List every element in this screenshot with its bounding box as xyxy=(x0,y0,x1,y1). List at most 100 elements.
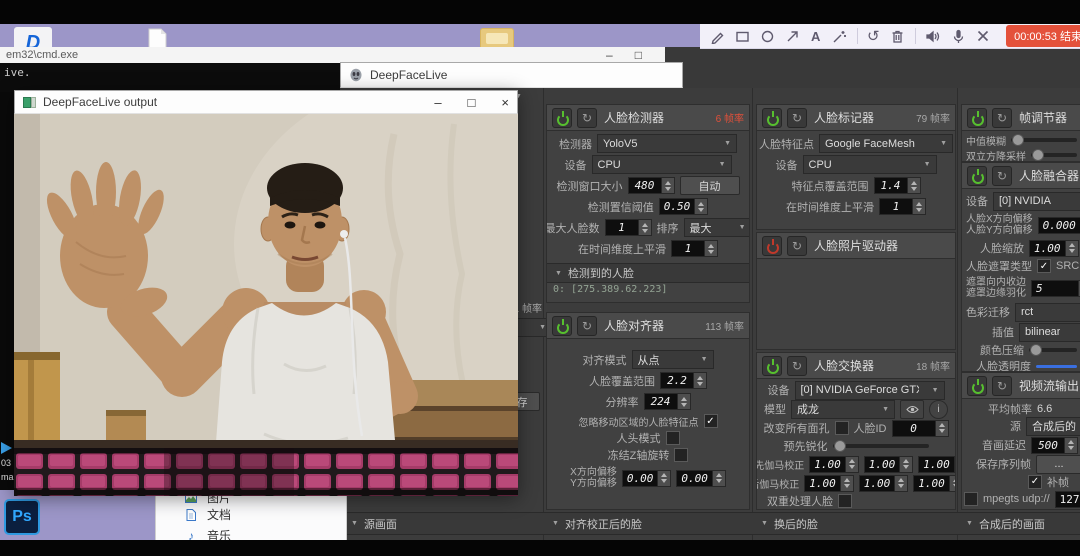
spin-arrows-icon[interactable] xyxy=(955,456,956,473)
reset-icon[interactable]: ↻ xyxy=(992,166,1012,186)
preview-eye-icon[interactable] xyxy=(900,400,924,419)
two-pass-checkbox[interactable] xyxy=(838,494,852,508)
ellipse-icon[interactable] xyxy=(760,25,775,47)
slider-knob[interactable] xyxy=(1012,134,1024,146)
power-on-icon[interactable] xyxy=(552,108,572,128)
spin-arrows-icon[interactable] xyxy=(662,177,675,194)
udp-checkbox[interactable] xyxy=(964,492,978,506)
power-off-icon[interactable] xyxy=(762,236,782,256)
model-dropdown[interactable]: 成龙 ▼ xyxy=(791,400,895,419)
face-scale-spinbox[interactable]: 1.00 xyxy=(1029,240,1079,257)
pre-gamma-g-spinbox[interactable]: 1.00 xyxy=(864,456,914,473)
udp-address-field[interactable]: 127.0.0. xyxy=(1055,491,1080,508)
magic-wand-icon[interactable] xyxy=(832,25,847,47)
face-id-spinbox[interactable]: 0 xyxy=(892,420,949,437)
text-tool-icon[interactable]: A xyxy=(810,25,822,47)
output-minimize-button[interactable]: – xyxy=(434,95,441,110)
blue-app-desktop-icon[interactable] xyxy=(0,440,13,456)
spin-arrows-icon[interactable] xyxy=(900,456,913,473)
rectangle-icon[interactable] xyxy=(735,25,750,47)
detected-faces-section[interactable]: ▼ 检测到的人脸 xyxy=(547,263,749,283)
confidence-spinbox[interactable]: 0.50 xyxy=(659,198,709,215)
slider-knob[interactable] xyxy=(1030,344,1042,356)
resolution-spinbox[interactable]: 224 xyxy=(644,393,691,410)
spin-arrows-icon[interactable] xyxy=(841,475,854,492)
freeze-z-checkbox[interactable] xyxy=(674,448,688,462)
reset-icon[interactable]: ↻ xyxy=(787,356,807,376)
power-on-icon[interactable] xyxy=(967,108,987,128)
reset-icon[interactable]: ↻ xyxy=(787,108,807,128)
delay-spinbox[interactable]: 500 xyxy=(1031,437,1078,454)
y-offset-spinbox[interactable]: 0.00 xyxy=(676,470,726,487)
spin-arrows-icon[interactable] xyxy=(713,470,726,487)
speaker-icon[interactable] xyxy=(925,25,941,47)
temporal-smooth-spinbox[interactable]: 1 xyxy=(671,240,718,257)
source-dropdown[interactable]: 合成后的 xyxy=(1026,417,1080,436)
spin-arrows-icon[interactable] xyxy=(658,470,671,487)
swapped-face-section[interactable]: ▼ 换后的脸 xyxy=(753,512,972,535)
spin-arrows-icon[interactable] xyxy=(705,240,718,257)
temporal-smooth-spinbox[interactable]: 1 xyxy=(879,198,926,215)
reset-icon[interactable]: ↻ xyxy=(577,108,597,128)
spin-arrows-icon[interactable] xyxy=(1065,437,1078,454)
sort-dropdown[interactable]: 最大 ▼ xyxy=(684,218,751,237)
merged-frame-section[interactable]: ▼ 合成后的画面 xyxy=(958,512,1080,535)
swap-all-checkbox[interactable] xyxy=(835,421,849,435)
stop-recording-close-icon[interactable] xyxy=(976,25,990,47)
median-blur-slider[interactable] xyxy=(1011,138,1077,142)
window-size-spinbox[interactable]: 480 xyxy=(628,177,675,194)
spin-arrows-icon[interactable] xyxy=(639,219,652,236)
spin-arrows-icon[interactable] xyxy=(846,456,859,473)
landmarks-dropdown[interactable]: Google FaceMesh ▼ xyxy=(819,134,953,153)
color-compression-slider[interactable] xyxy=(1029,348,1077,352)
microphone-icon[interactable] xyxy=(951,25,966,47)
power-on-icon[interactable] xyxy=(967,376,987,396)
cmd-minimize-button[interactable]: – xyxy=(606,48,613,62)
cmd-maximize-button[interactable]: □ xyxy=(635,48,642,62)
source-frame-section[interactable]: ▼ 源画面 xyxy=(343,512,558,535)
erode-spinbox[interactable]: 5 xyxy=(1031,280,1080,297)
color-transfer-dropdown[interactable]: rct xyxy=(1015,303,1080,322)
pen-icon[interactable] xyxy=(710,25,725,47)
spin-arrows-icon[interactable] xyxy=(895,475,908,492)
save-seq-button[interactable]: ... xyxy=(1036,455,1080,474)
aligned-face-section[interactable]: ▼ 对齐校正后的脸 xyxy=(544,512,767,535)
power-on-icon[interactable] xyxy=(762,356,782,376)
reset-icon[interactable]: ↻ xyxy=(787,236,807,256)
marker-coverage-spinbox[interactable]: 1.4 xyxy=(874,177,921,194)
device-dropdown[interactable]: CPU ▼ xyxy=(592,155,732,174)
post-gamma-r-spinbox[interactable]: 1.00 xyxy=(804,475,854,492)
spin-arrows-icon[interactable] xyxy=(694,372,707,389)
recording-timer-badge[interactable]: 00:00:53 结束 xyxy=(1006,25,1080,47)
bicubic-slider[interactable] xyxy=(1031,153,1077,157)
device-dropdown[interactable]: CPU ▼ xyxy=(803,155,937,174)
reset-icon[interactable]: ↻ xyxy=(992,376,1012,396)
spin-arrows-icon[interactable] xyxy=(1066,240,1079,257)
device-dropdown[interactable]: [0] NVIDIA xyxy=(993,192,1080,211)
reset-icon[interactable]: ↻ xyxy=(577,316,597,336)
slider-knob[interactable] xyxy=(1032,149,1044,161)
photoshop-desktop-icon[interactable]: Ps xyxy=(4,499,40,535)
arrow-icon[interactable] xyxy=(785,25,800,47)
auto-button[interactable]: 自动 xyxy=(680,176,740,195)
trash-icon[interactable] xyxy=(890,25,905,47)
interpolation-dropdown[interactable]: bilinear xyxy=(1019,323,1080,342)
exclude-moving-checkbox[interactable]: ✓ xyxy=(704,414,718,428)
power-on-icon[interactable] xyxy=(552,316,572,336)
spin-arrows-icon[interactable] xyxy=(913,198,926,215)
output-maximize-button[interactable]: □ xyxy=(468,95,476,110)
head-mode-checkbox[interactable] xyxy=(666,431,680,445)
spin-arrows-icon[interactable] xyxy=(908,177,921,194)
spin-arrows-icon[interactable] xyxy=(695,198,708,215)
mask-src-checkbox[interactable]: ✓ xyxy=(1037,259,1051,273)
x-offset-spinbox[interactable]: 0.00 xyxy=(622,470,672,487)
align-mode-dropdown[interactable]: 从点 ▼ xyxy=(632,350,714,369)
detector-dropdown[interactable]: YoloV5 ▼ xyxy=(597,134,737,153)
spin-arrows-icon[interactable] xyxy=(950,475,956,492)
undo-icon[interactable]: ↺ xyxy=(867,25,880,47)
pre-gamma-r-spinbox[interactable]: 1.00 xyxy=(809,456,859,473)
post-gamma-b-spinbox[interactable]: 1.00 xyxy=(913,475,956,492)
spin-arrows-icon[interactable] xyxy=(678,393,691,410)
fill-frames-checkbox[interactable]: ✓ xyxy=(1028,475,1042,489)
device-dropdown[interactable]: [0] NVIDIA GeForce GTX ▼ xyxy=(795,381,945,400)
